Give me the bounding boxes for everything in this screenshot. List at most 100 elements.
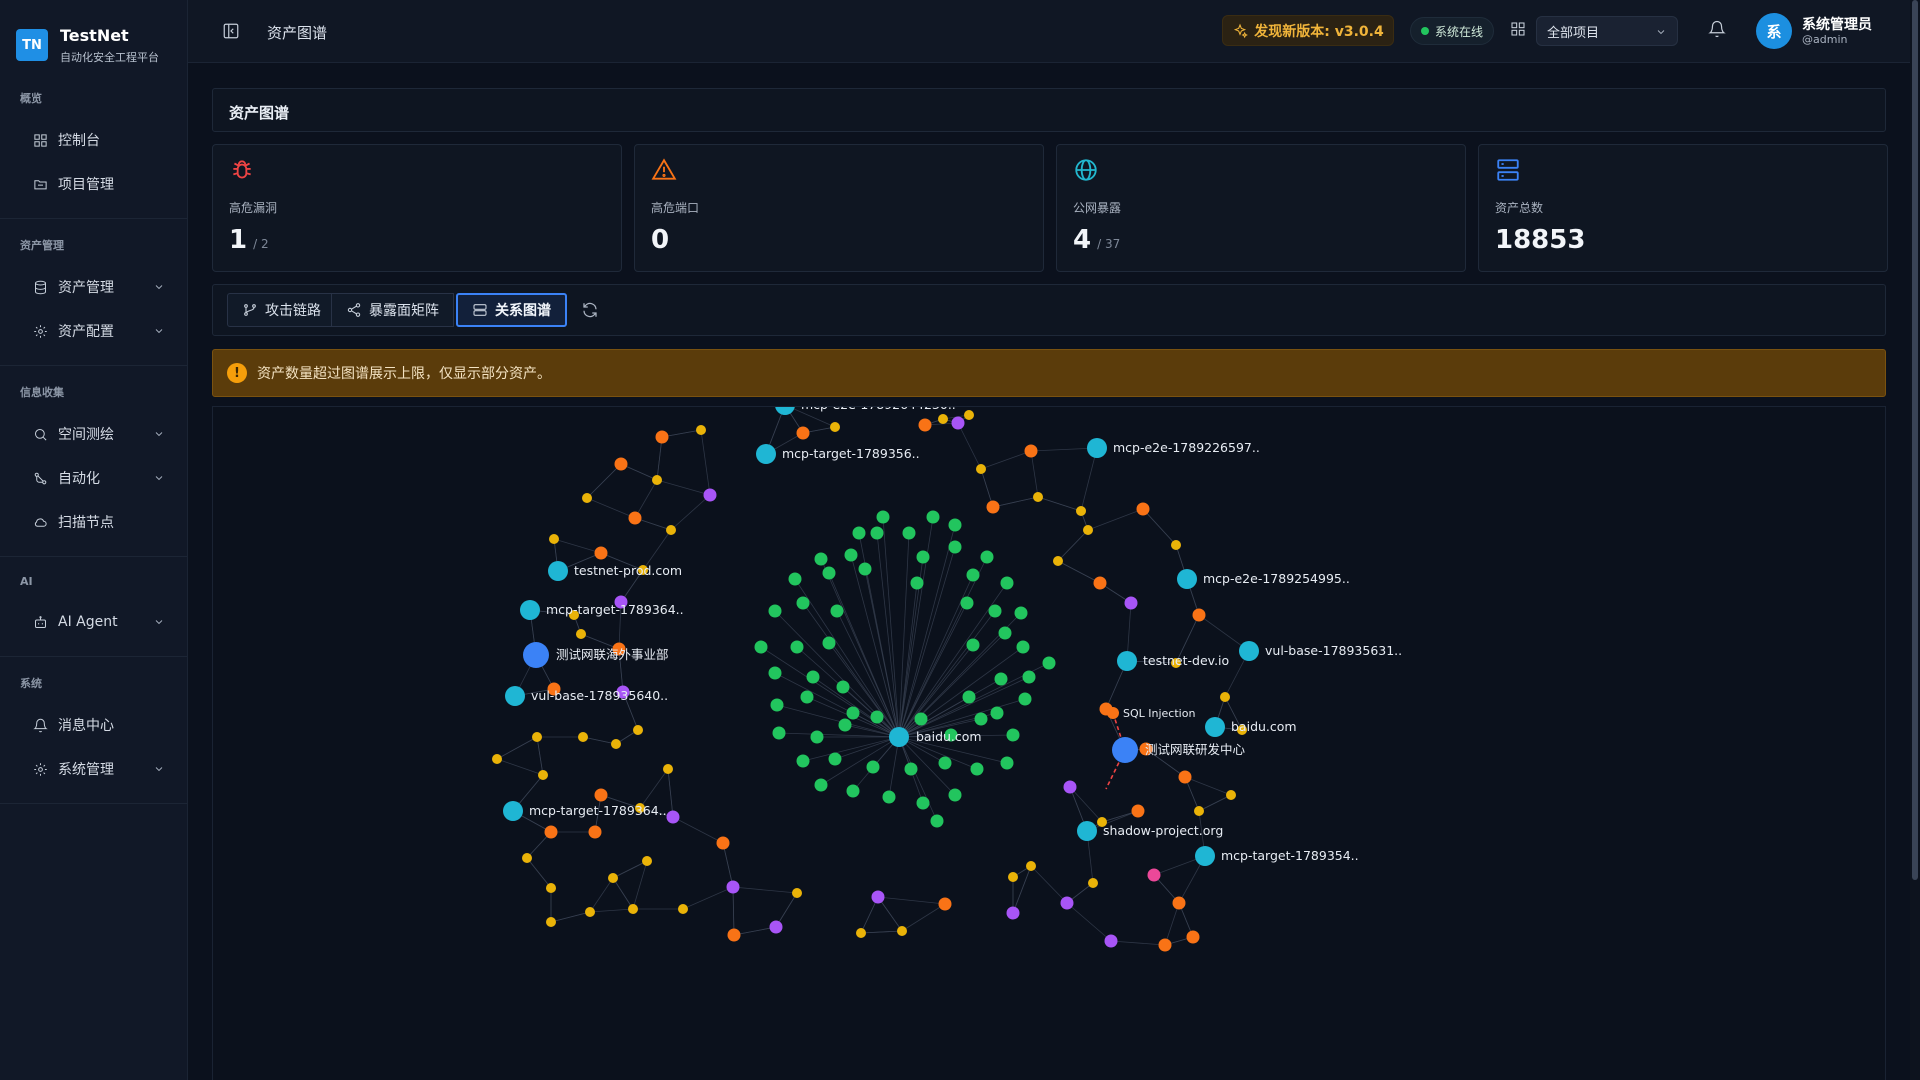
port-node[interactable] bbox=[1131, 804, 1145, 818]
asset-node[interactable] bbox=[930, 814, 944, 828]
yellow-node[interactable] bbox=[522, 853, 532, 863]
yellow-node[interactable] bbox=[696, 425, 706, 435]
asset-node[interactable] bbox=[846, 706, 860, 720]
domain-node[interactable] bbox=[775, 407, 795, 415]
asset-node[interactable] bbox=[916, 550, 930, 564]
asset-node[interactable] bbox=[790, 640, 804, 654]
brand[interactable]: TN TestNet 自动化安全工程平台 bbox=[0, 0, 187, 72]
yellow-node[interactable] bbox=[830, 422, 840, 432]
port-node[interactable] bbox=[1136, 502, 1150, 516]
port-node[interactable] bbox=[727, 928, 741, 942]
asset-node[interactable] bbox=[822, 566, 836, 580]
yellow-node[interactable] bbox=[1008, 872, 1018, 882]
asset-node[interactable] bbox=[858, 562, 872, 576]
purple-node[interactable] bbox=[1104, 934, 1118, 948]
asset-node[interactable] bbox=[796, 596, 810, 610]
purple-node[interactable] bbox=[703, 488, 717, 502]
purple-node[interactable] bbox=[726, 880, 740, 894]
asset-node[interactable] bbox=[772, 726, 786, 740]
purple-node[interactable] bbox=[1006, 906, 1020, 920]
yellow-node[interactable] bbox=[652, 475, 662, 485]
asset-node[interactable] bbox=[948, 540, 962, 554]
yellow-node[interactable] bbox=[663, 764, 673, 774]
pink-node[interactable] bbox=[1147, 868, 1161, 882]
yellow-node[interactable] bbox=[1053, 556, 1063, 566]
asset-node[interactable] bbox=[768, 604, 782, 618]
purple-node[interactable] bbox=[666, 810, 680, 824]
asset-node[interactable] bbox=[754, 640, 768, 654]
port-node[interactable] bbox=[1093, 576, 1107, 590]
yellow-node[interactable] bbox=[546, 883, 556, 893]
user-name[interactable]: 系统管理员 bbox=[1802, 14, 1872, 34]
sidebar-item[interactable]: 空间测绘 bbox=[12, 414, 175, 454]
port-node[interactable] bbox=[588, 825, 602, 839]
port-node[interactable] bbox=[1172, 896, 1186, 910]
yellow-node[interactable] bbox=[532, 732, 542, 742]
port-node[interactable] bbox=[1192, 608, 1206, 622]
asset-node[interactable] bbox=[960, 596, 974, 610]
purple-node[interactable] bbox=[1060, 896, 1074, 910]
asset-node[interactable] bbox=[1022, 670, 1036, 684]
port-node[interactable] bbox=[918, 418, 932, 432]
asset-node[interactable] bbox=[1000, 756, 1014, 770]
asset-node[interactable] bbox=[974, 712, 988, 726]
yellow-node[interactable] bbox=[1083, 525, 1093, 535]
project-select[interactable]: 全部项目 bbox=[1536, 16, 1678, 46]
asset-node[interactable] bbox=[876, 510, 890, 524]
port-node[interactable] bbox=[544, 825, 558, 839]
port-node[interactable] bbox=[938, 897, 952, 911]
asset-node[interactable] bbox=[914, 712, 928, 726]
sidebar-item[interactable]: 控制台 bbox=[12, 120, 175, 160]
notification-bell-icon[interactable] bbox=[1708, 20, 1728, 40]
yellow-node[interactable] bbox=[964, 410, 974, 420]
yellow-node[interactable] bbox=[611, 739, 621, 749]
yellow-node[interactable] bbox=[1226, 790, 1236, 800]
asset-node[interactable] bbox=[1006, 728, 1020, 742]
port-node[interactable] bbox=[1158, 938, 1172, 952]
yellow-node[interactable] bbox=[678, 904, 688, 914]
tab-attack-chain[interactable]: 攻击链路 bbox=[227, 293, 336, 327]
yellow-node[interactable] bbox=[1088, 878, 1098, 888]
yellow-node[interactable] bbox=[585, 907, 595, 917]
asset-node[interactable] bbox=[870, 526, 884, 540]
asset-node[interactable] bbox=[904, 762, 918, 776]
asset-node[interactable] bbox=[998, 626, 1012, 640]
domain-node[interactable] bbox=[1205, 717, 1225, 737]
yellow-node[interactable] bbox=[492, 754, 502, 764]
vuln-node[interactable] bbox=[1107, 707, 1119, 719]
domain-node[interactable] bbox=[548, 561, 568, 581]
asset-node[interactable] bbox=[846, 784, 860, 798]
port-node[interactable] bbox=[628, 511, 642, 525]
purple-node[interactable] bbox=[951, 416, 965, 430]
asset-node[interactable] bbox=[806, 670, 820, 684]
sidebar-item[interactable]: 项目管理 bbox=[12, 164, 175, 204]
refresh-icon[interactable] bbox=[581, 301, 601, 321]
port-node[interactable] bbox=[594, 788, 608, 802]
user-avatar[interactable]: 系 bbox=[1756, 13, 1792, 49]
yellow-node[interactable] bbox=[666, 525, 676, 535]
asset-node[interactable] bbox=[770, 698, 784, 712]
yellow-node[interactable] bbox=[576, 629, 586, 639]
hub-baidu[interactable] bbox=[889, 727, 909, 747]
asset-node[interactable] bbox=[990, 706, 1004, 720]
purple-node[interactable] bbox=[1124, 596, 1138, 610]
yellow-node[interactable] bbox=[549, 534, 559, 544]
asset-node[interactable] bbox=[866, 760, 880, 774]
yellow-node[interactable] bbox=[856, 928, 866, 938]
graph-svg[interactable]: SQL Injection mcp-e2e-17892644230.. mcp-ta… bbox=[213, 407, 1886, 1080]
yellow-node[interactable] bbox=[1220, 692, 1230, 702]
yellow-node[interactable] bbox=[1076, 506, 1086, 516]
asset-node[interactable] bbox=[926, 510, 940, 524]
update-badge[interactable]: 发现新版本: v3.0.4 bbox=[1222, 15, 1394, 46]
port-node[interactable] bbox=[716, 836, 730, 850]
asset-node[interactable] bbox=[988, 604, 1002, 618]
asset-node[interactable] bbox=[970, 762, 984, 776]
yellow-node[interactable] bbox=[578, 732, 588, 742]
port-node[interactable] bbox=[986, 500, 1000, 514]
yellow-node[interactable] bbox=[938, 414, 948, 424]
asset-node[interactable] bbox=[938, 756, 952, 770]
domain-node[interactable] bbox=[505, 686, 525, 706]
asset-node[interactable] bbox=[768, 666, 782, 680]
yellow-node[interactable] bbox=[1026, 861, 1036, 871]
port-node[interactable] bbox=[1178, 770, 1192, 784]
